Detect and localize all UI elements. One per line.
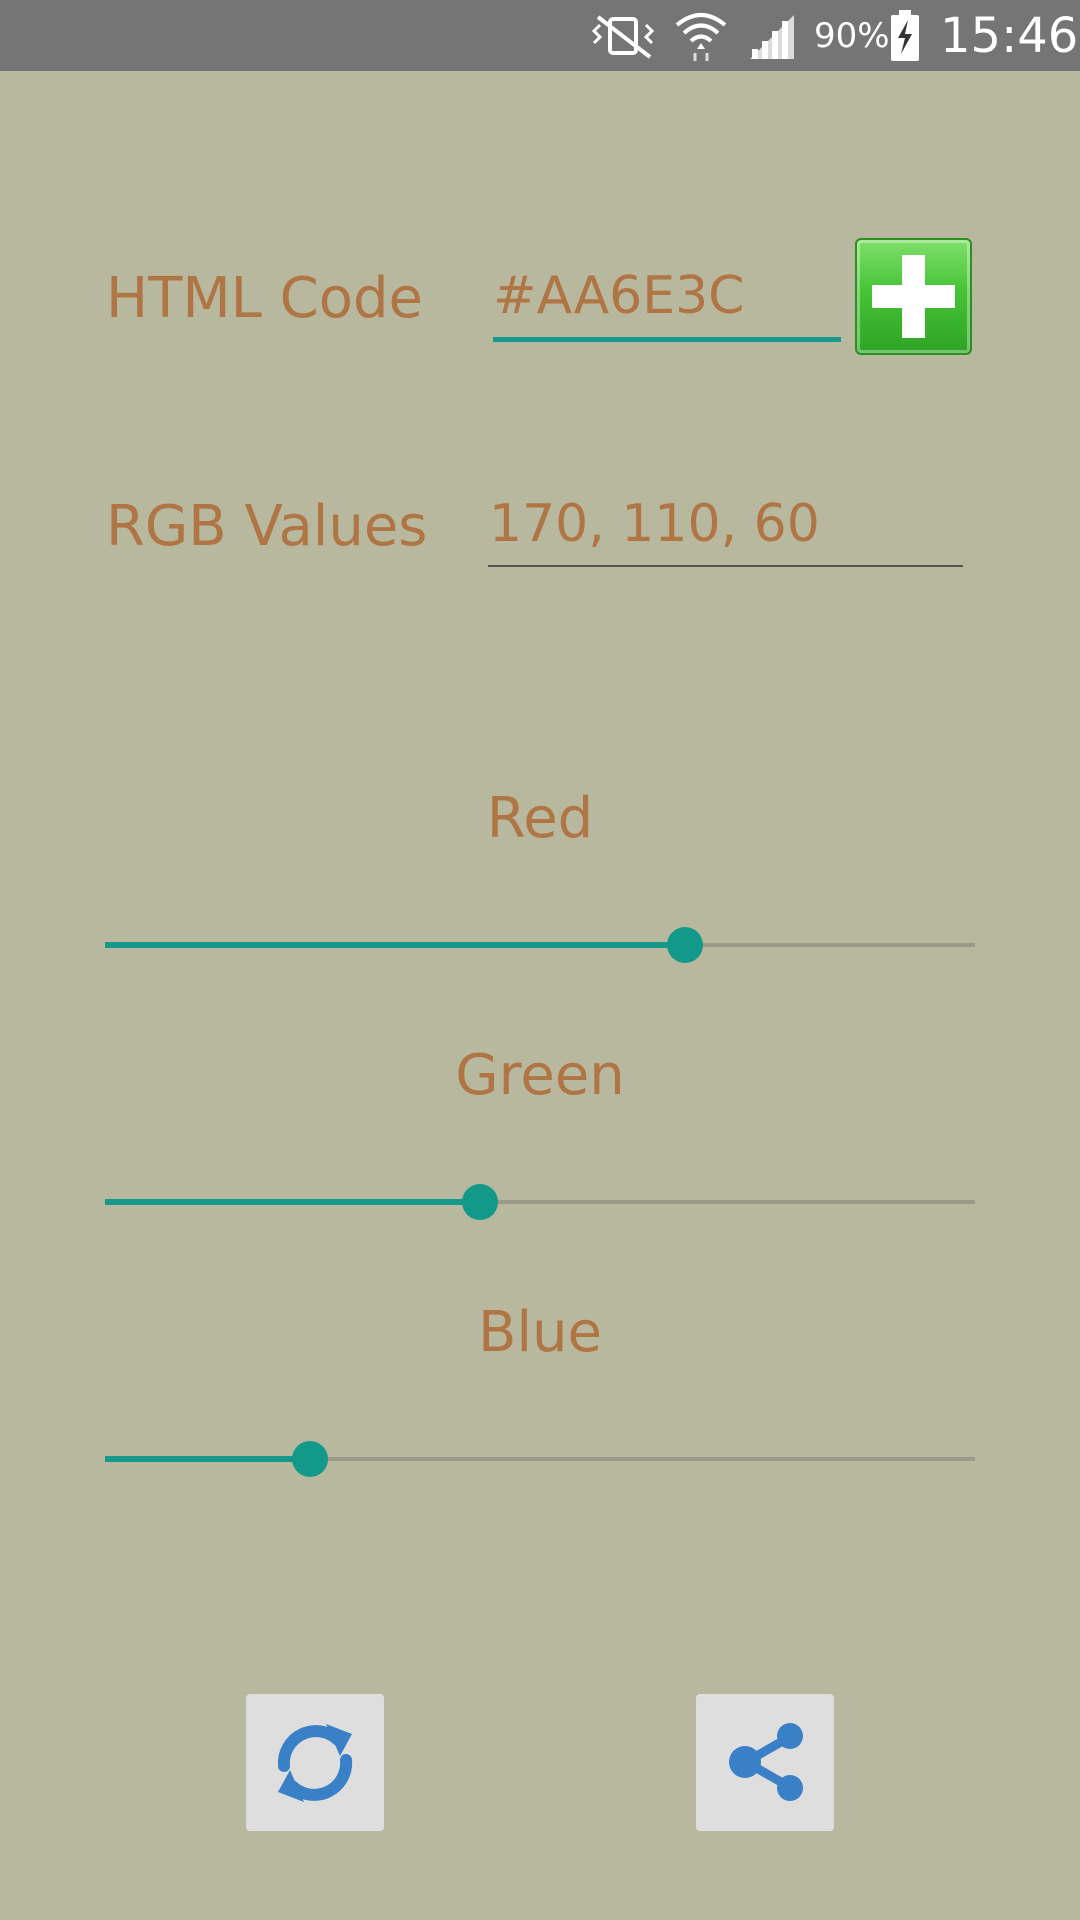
green-slider-thumb[interactable] bbox=[462, 1184, 499, 1220]
red-slider-label: Red bbox=[486, 786, 594, 851]
rgb-values-input[interactable]: 170, 110, 60 bbox=[489, 494, 820, 554]
html-code-input[interactable]: #AA6E3C bbox=[493, 266, 745, 326]
rgb-values-label: RGB Values bbox=[106, 494, 428, 559]
refresh-button[interactable] bbox=[246, 1694, 384, 1831]
status-bar: 90% 15:46 bbox=[0, 0, 1080, 71]
plus-icon bbox=[872, 255, 955, 338]
battery-percent-text: 90% bbox=[814, 15, 890, 56]
add-color-button[interactable] bbox=[855, 238, 972, 355]
html-code-underline bbox=[493, 337, 841, 342]
blue-slider[interactable] bbox=[105, 1439, 975, 1479]
clock: 15:46 bbox=[940, 0, 1078, 71]
share-button[interactable] bbox=[696, 1694, 834, 1831]
battery-charging-icon bbox=[890, 0, 920, 71]
html-code-label: HTML Code bbox=[106, 266, 423, 331]
mute-vibrate-icon bbox=[590, 0, 660, 71]
refresh-icon bbox=[277, 1724, 353, 1802]
blue-slider-thumb[interactable] bbox=[291, 1441, 328, 1477]
red-slider-thumb[interactable] bbox=[666, 927, 703, 963]
red-slider[interactable] bbox=[105, 925, 975, 965]
rgb-values-underline bbox=[488, 565, 963, 567]
red-slider-fill bbox=[105, 942, 685, 948]
clock-text: 15:46 bbox=[940, 7, 1079, 64]
wifi-icon bbox=[673, 0, 729, 71]
green-slider-fill bbox=[105, 1199, 481, 1205]
share-icon bbox=[729, 1723, 803, 1801]
battery-percent: 90% bbox=[814, 0, 890, 71]
green-slider-label: Green bbox=[455, 1043, 625, 1108]
blue-slider-label: Blue bbox=[478, 1300, 602, 1365]
signal-icon bbox=[748, 0, 796, 71]
blue-slider-fill bbox=[105, 1456, 310, 1462]
green-slider[interactable] bbox=[105, 1182, 975, 1222]
